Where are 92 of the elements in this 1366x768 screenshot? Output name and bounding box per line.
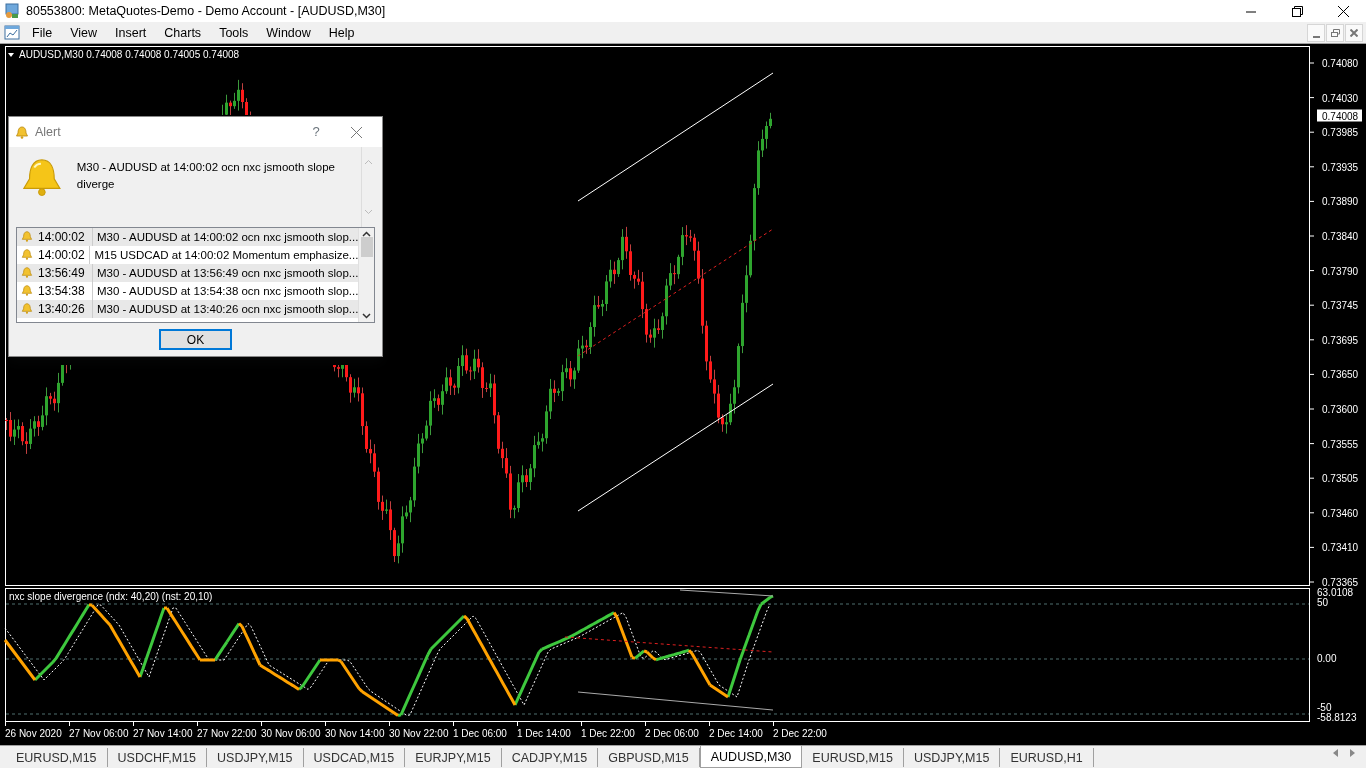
bell-icon — [21, 248, 33, 262]
menu-item[interactable]: View — [61, 22, 107, 43]
price-label: 0.73365 — [1322, 577, 1359, 588]
alert-time: 14:00:02 — [38, 229, 85, 246]
close-button[interactable] — [1345, 23, 1363, 42]
chart-tab[interactable]: CADJPY,M15 — [501, 748, 599, 767]
alert-text: M30 - AUDUSD at 14:00:02 ocn nxc jsmooth slop... — [96, 230, 359, 245]
time-label: 27 Nov 14:00 — [133, 728, 193, 739]
dialog-title: Alert — [35, 123, 62, 141]
alert-time: 13:40:26 — [38, 301, 85, 318]
alert-text: M30 - AUDUSD at 13:40:26 ocn nxc jsmooth slop... — [96, 302, 359, 317]
price-label: 0.73985 — [1322, 127, 1359, 139]
left-arrow-icon — [1333, 749, 1339, 757]
indicator-label: 0.00 — [1317, 653, 1337, 664]
price-label: 0.73410 — [1322, 542, 1359, 554]
price-label: 0.73650 — [1322, 369, 1359, 381]
right-arrow-icon — [1349, 749, 1355, 757]
window-title: 80553800: MetaQuotes-Demo - Demo Account - [AUDUSD,M30] — [26, 2, 387, 20]
chart-tab[interactable]: USDJPY,M15 — [903, 748, 1001, 767]
time-label: 26 Nov 2020 — [5, 728, 62, 739]
scroll-up-icon[interactable] — [362, 231, 372, 237]
chart-tab[interactable]: EURUSD,H1 — [1000, 748, 1094, 767]
menu-item[interactable]: File — [23, 22, 62, 43]
chart-header: AUDUSD,M30 0.74008 0.74008 0.74005 0.74008 — [19, 49, 240, 60]
restore-icon — [1291, 5, 1303, 17]
price-label: 0.73555 — [1322, 438, 1359, 450]
price-label: 0.73790 — [1322, 265, 1359, 277]
time-label: 30 Nov 06:00 — [261, 728, 321, 739]
menu-item[interactable]: Insert — [106, 22, 156, 43]
scroll-down-icon[interactable] — [362, 313, 372, 319]
chart-tab[interactable]: AUDUSD,M30 — [699, 746, 803, 768]
time-label: 2 Dec 14:00 — [709, 728, 763, 739]
close-icon — [1337, 5, 1349, 17]
chart-tab[interactable]: GBPUSD,M15 — [598, 748, 700, 767]
menu-item[interactable]: Help — [319, 22, 364, 43]
close-icon — [350, 126, 362, 138]
price-label: 0.73505 — [1322, 473, 1359, 485]
chart-tab[interactable]: EURUSD,M15 — [802, 748, 904, 767]
time-label: 27 Nov 06:00 — [69, 728, 129, 739]
bell-icon — [21, 284, 33, 298]
price-label: 0.74080 — [1322, 58, 1359, 69]
time-label: 1 Dec 06:00 — [453, 728, 507, 739]
chart-tab[interactable]: EURUSD,M15 — [6, 748, 108, 767]
bell-icon — [21, 266, 33, 280]
price-label: 0.73840 — [1322, 231, 1359, 242]
chart-window-icon — [4, 24, 20, 41]
current-price-label: 0.74008 — [1317, 109, 1362, 122]
time-label: 2 Dec 22:00 — [773, 728, 827, 739]
bell-icon — [15, 125, 29, 139]
scrollbar-thumb[interactable] — [360, 237, 373, 257]
time-label: 1 Dec 22:00 — [581, 728, 635, 739]
indicator-label: 50 — [1317, 597, 1329, 608]
time-label: 2 Dec 06:00 — [645, 728, 699, 739]
app-icon — [4, 3, 20, 19]
minimize-button[interactable] — [1307, 23, 1325, 42]
help-button[interactable]: ? — [296, 121, 336, 143]
menu-item[interactable]: Charts — [155, 22, 211, 43]
time-label: 1 Dec 14:00 — [517, 728, 571, 739]
alert-text: M15 USDCAD at 14:00:02 Momentum emphasize... — [93, 248, 359, 263]
alert-time: 13:54:38 — [38, 283, 85, 300]
price-label: 0.73695 — [1322, 334, 1359, 346]
dropdown-icon — [8, 53, 14, 57]
indicator-label: -58.8123 — [1317, 712, 1357, 723]
indicator-label: 63.0108 — [1317, 587, 1354, 598]
alert-text: M30 - AUDUSD at 13:56:49 ocn nxc jsmooth slop... — [96, 266, 359, 281]
indicator-label: -50 — [1317, 702, 1332, 713]
bell-icon — [21, 302, 33, 316]
chart-tab[interactable]: USDCAD,M15 — [303, 748, 406, 767]
alert-time: 14:00:02 — [38, 247, 85, 264]
ok-button[interactable]: OK — [159, 329, 232, 350]
alert-time: 13:56:49 — [38, 265, 85, 282]
menu-item[interactable]: Window — [257, 22, 320, 43]
bell-icon — [21, 230, 33, 244]
price-label: 0.73460 — [1322, 507, 1359, 519]
menu-item[interactable]: Tools — [210, 22, 258, 43]
restore-icon — [1330, 28, 1340, 37]
price-label: 0.73935 — [1322, 161, 1359, 173]
price-label: 0.73600 — [1322, 404, 1359, 415]
chart-tab[interactable]: EURJPY,M15 — [405, 748, 502, 767]
time-label: 30 Nov 22:00 — [389, 728, 449, 739]
time-label: 30 Nov 14:00 — [325, 728, 385, 739]
price-label: 0.73890 — [1322, 196, 1359, 208]
chart-tab[interactable]: USDCHF,M15 — [107, 748, 208, 767]
time-label: 27 Nov 22:00 — [197, 728, 257, 739]
price-label: 0.74030 — [1322, 92, 1359, 104]
indicator-title: nxc slope divergence (ndx: 40,20) (nst: 20,10) — [9, 591, 213, 602]
alert-text: M30 - AUDUSD at 13:54:38 ocn nxc jsmooth slop... — [96, 284, 359, 299]
close-icon — [1350, 28, 1358, 37]
alert-message: M30 - AUDUSD at 14:00:02 ocn nxc jsmooth slope diverge — [76, 160, 336, 193]
minimize-icon — [1312, 35, 1320, 38]
price-label: 0.73745 — [1322, 300, 1359, 312]
chart-tab[interactable]: USDJPY,M15 — [207, 748, 304, 767]
